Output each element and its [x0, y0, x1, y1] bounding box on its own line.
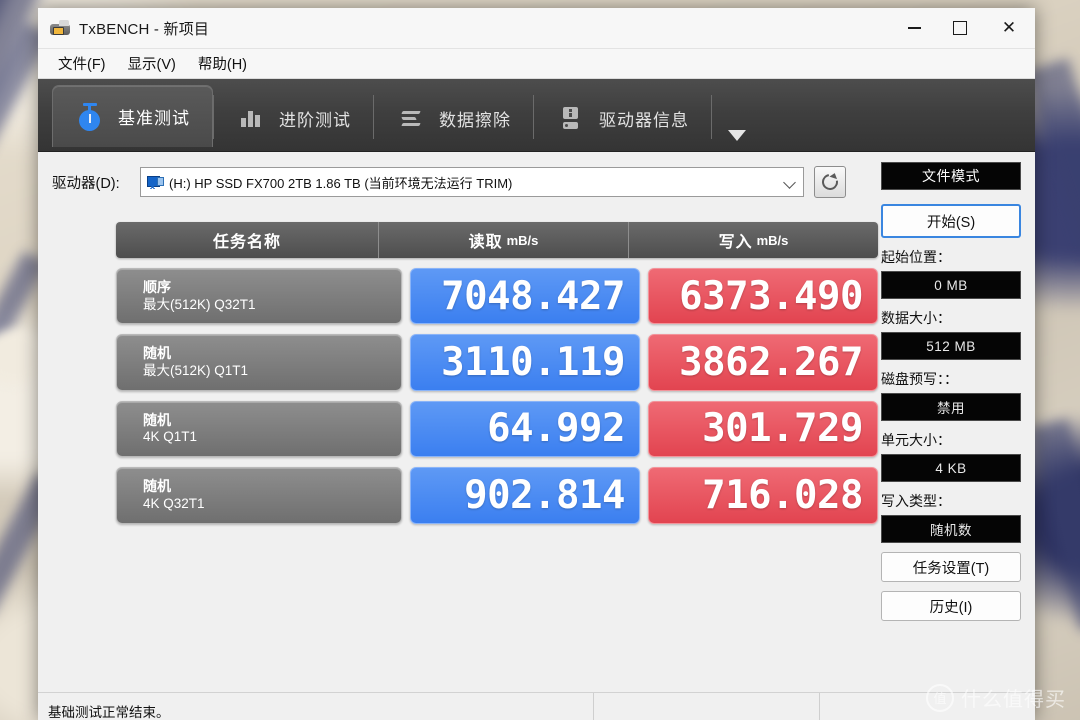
task-name-line2: 最大(512K) Q32T1: [143, 296, 256, 312]
start-position-value[interactable]: 0 MB: [881, 271, 1021, 299]
drive-select-value: (H:) HP SSD FX700 2TB 1.86 TB (当前环境无法运行 …: [169, 175, 513, 191]
task-name-cell: 随机 最大(512K) Q1T1: [116, 334, 402, 391]
title-bar[interactable]: TxBENCH - 新项目 ✕: [38, 8, 1035, 49]
maximize-icon: [953, 21, 967, 35]
task-name-cell: 顺序 最大(512K) Q32T1: [116, 268, 402, 325]
status-bar: 基础测试正常结束。: [38, 692, 1035, 720]
write-type-label: 写入类型：: [881, 493, 951, 509]
refresh-icon: [818, 170, 842, 194]
read-value-cell: 3110.119: [410, 334, 640, 391]
task-name-line1: 随机: [143, 345, 171, 362]
chevron-down-icon[interactable]: [728, 130, 746, 141]
data-size-value[interactable]: 512 MB: [881, 332, 1021, 360]
read-value-cell: 7048.427: [410, 268, 640, 325]
drive-select[interactable]: (H:) HP SSD FX700 2TB 1.86 TB (当前环境无法运行 …: [140, 167, 804, 197]
table-row: 随机 4K Q1T1 64.992 301.729: [116, 400, 878, 458]
tab-bar: 基准测试 进阶测试 数据擦除 驱动器信息: [38, 79, 1035, 152]
start-position-label: 起始位置：: [881, 249, 951, 265]
write-value-cell: 716.028: [648, 467, 878, 524]
prewrite-value[interactable]: 禁用: [881, 393, 1021, 421]
refresh-button[interactable]: [814, 166, 846, 198]
network-drive-icon: [147, 175, 164, 189]
block-size-label: 单元大小：: [881, 432, 951, 448]
tab-benchmark[interactable]: 基准测试: [52, 85, 213, 147]
options-sidebar: 文件模式 开始(S) 起始位置： 0 MB 数据大小： 512 MB 磁盘预写：…: [881, 162, 1021, 621]
task-name-line1: 顺序: [143, 279, 171, 295]
app-icon: [50, 18, 70, 38]
column-header-read-label: 读取: [468, 234, 503, 251]
menu-item-file[interactable]: 文件(F): [48, 50, 116, 77]
read-value-cell: 902.814: [410, 467, 640, 524]
close-icon: ✕: [1001, 18, 1017, 37]
mode-display[interactable]: 文件模式: [881, 162, 1021, 190]
table-header-row: 任务名称 读取 mB/s 写入 mB/s: [116, 222, 878, 258]
task-name-line1: 随机: [143, 478, 171, 495]
write-value-cell: 301.729: [648, 400, 878, 458]
drive-label: 驱动器(D):: [52, 175, 120, 192]
menu-item-view[interactable]: 显示(V): [118, 50, 186, 77]
tab-data-erase-label: 数据擦除: [439, 110, 511, 130]
prewrite-label: 磁盘预写：：: [881, 371, 958, 387]
status-segment-2: [594, 693, 820, 720]
application-window: TxBENCH - 新项目 ✕ 文件(F) 显示(V) 帮助(H) 基准测试 进…: [38, 8, 1035, 720]
task-settings-button[interactable]: 任务设置(T): [881, 552, 1021, 582]
benchmark-results-table: 任务名称 读取 mB/s 写入 mB/s 顺序 最大(512K) Q32T1 7…: [116, 222, 878, 524]
column-header-write-unit: mB/s: [756, 232, 789, 248]
read-value-cell: 64.992: [410, 400, 640, 458]
bar-chart-icon: [236, 103, 266, 133]
task-name-line2: 最大(512K) Q1T1: [143, 362, 249, 378]
write-value-cell: 6373.490: [648, 268, 878, 325]
column-header-read-unit: mB/s: [506, 232, 539, 248]
task-name-line2: 4K Q1T1: [143, 429, 198, 445]
column-header-task: 任务名称: [212, 234, 281, 251]
task-name-line2: 4K Q32T1: [143, 495, 205, 511]
write-value-cell: 3862.267: [648, 334, 878, 391]
tab-data-erase[interactable]: 数据擦除: [374, 85, 533, 151]
tab-advanced[interactable]: 进阶测试: [214, 85, 373, 151]
eraser-icon: [396, 103, 426, 133]
tab-drive-info[interactable]: 驱动器信息: [534, 85, 711, 151]
minimize-icon: [907, 27, 921, 29]
history-button[interactable]: 历史(I): [881, 591, 1021, 621]
status-message: 基础测试正常结束。: [38, 693, 594, 720]
status-segment-3: [820, 693, 1035, 720]
tab-drive-info-label: 驱动器信息: [599, 110, 689, 130]
write-type-value[interactable]: 随机数: [881, 515, 1021, 543]
block-size-value[interactable]: 4 KB: [881, 454, 1021, 482]
chevron-down-icon: [783, 176, 796, 189]
table-row: 随机 4K Q32T1 902.814 716.028: [116, 467, 878, 524]
close-button[interactable]: ✕: [983, 8, 1035, 48]
tab-benchmark-label: 基准测试: [118, 109, 190, 128]
task-name-cell: 随机 4K Q1T1: [116, 400, 402, 458]
stopwatch-icon: [75, 102, 105, 132]
column-header-read: 读取 mB/s: [378, 222, 628, 258]
table-row: 顺序 最大(512K) Q32T1 7048.427 6373.490: [116, 268, 878, 325]
window-controls: ✕: [891, 8, 1035, 48]
maximize-button[interactable]: [937, 8, 983, 48]
task-name-line1: 随机: [143, 411, 171, 428]
minimize-button[interactable]: [891, 8, 937, 48]
column-header-write: 写入 mB/s: [628, 222, 878, 258]
window-title: TxBENCH - 新项目: [79, 20, 210, 38]
table-row: 随机 最大(512K) Q1T1 3110.119 3862.267: [116, 334, 878, 391]
menu-bar: 文件(F) 显示(V) 帮助(H): [38, 49, 1035, 79]
start-button[interactable]: 开始(S): [881, 204, 1021, 238]
column-header-write-label: 写入: [718, 234, 753, 251]
task-name-cell: 随机 4K Q32T1: [116, 467, 402, 524]
main-content: 驱动器(D): (H:) HP SSD FX700 2TB 1.86 TB (当…: [38, 152, 1035, 720]
drive-info-icon: [556, 103, 586, 133]
data-size-label: 数据大小：: [881, 310, 951, 326]
tab-advanced-label: 进阶测试: [279, 110, 351, 130]
menu-item-help[interactable]: 帮助(H): [188, 50, 257, 77]
tab-separator: [711, 95, 712, 139]
